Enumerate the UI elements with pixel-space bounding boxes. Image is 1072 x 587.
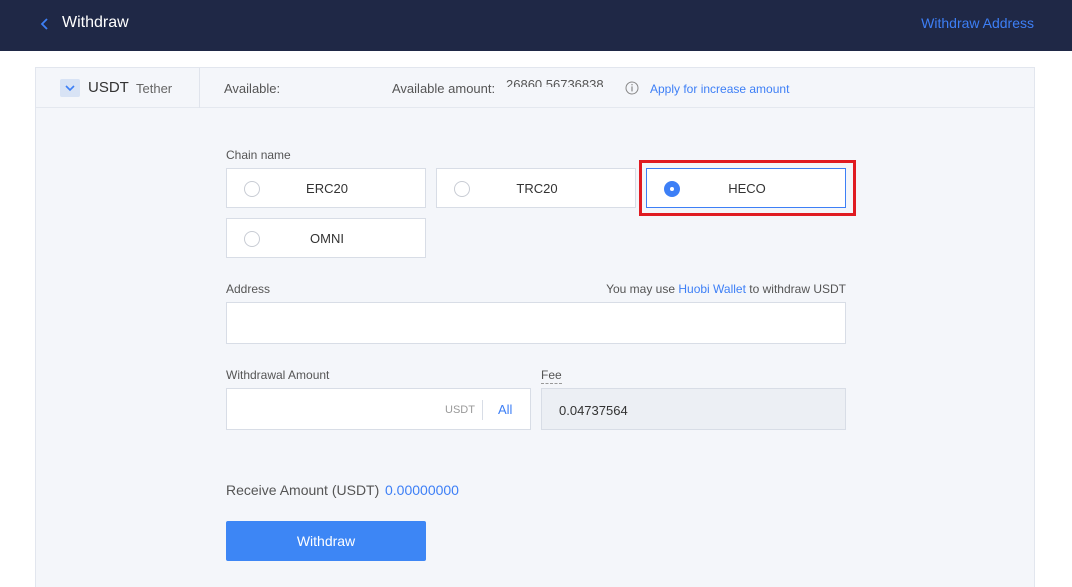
chain-option-label: HECO	[728, 181, 766, 196]
chain-option-trc20[interactable]: TRC20	[436, 168, 636, 208]
receive-amount-label: Receive Amount (USDT)	[226, 482, 380, 498]
chevron-left-icon[interactable]	[38, 14, 52, 34]
coin-code: USDT	[88, 79, 129, 96]
withdraw-panel: USDT Tether Available: Available amount:…	[35, 67, 1035, 587]
address-label: Address	[226, 282, 271, 296]
available-label: Available:	[224, 81, 281, 96]
withdraw-address-link[interactable]: Withdraw Address	[921, 15, 1034, 31]
available-amount-value: 26860.56736838	[506, 77, 604, 87]
chain-option-erc20[interactable]: ERC20	[226, 168, 426, 208]
fee-field: 0.04737564	[541, 388, 846, 430]
chain-option-label: TRC20	[516, 181, 558, 196]
chain-option-label: ERC20	[306, 181, 348, 196]
chevron-down-icon[interactable]	[60, 79, 80, 97]
coin-selector[interactable]: USDT Tether	[36, 68, 200, 108]
hint-suffix: to withdraw USDT	[749, 282, 846, 296]
chain-name-label: Chain name	[226, 148, 291, 162]
receive-amount-value: 0.00000000	[385, 482, 459, 498]
address-input[interactable]	[226, 302, 846, 344]
page-title: Withdraw	[62, 14, 129, 31]
unit-label: USDT	[445, 404, 475, 416]
withdraw-button[interactable]: Withdraw	[226, 521, 426, 561]
info-icon[interactable]	[625, 81, 639, 95]
available-amount-label: Available amount:	[392, 81, 496, 96]
all-button[interactable]: All	[498, 402, 512, 417]
chain-option-heco[interactable]: HECO	[646, 168, 846, 208]
huobi-wallet-link[interactable]: Huobi Wallet	[678, 282, 746, 296]
withdrawal-amount-input[interactable]: USDT All	[226, 388, 531, 430]
chain-option-omni[interactable]: OMNI	[226, 218, 426, 258]
apply-increase-link[interactable]: Apply for increase amount	[650, 82, 789, 96]
fee-label: Fee	[541, 368, 562, 384]
withdrawal-amount-label: Withdrawal Amount	[226, 368, 330, 382]
divider	[482, 400, 483, 420]
fee-value: 0.04737564	[559, 403, 628, 418]
chain-option-label: OMNI	[310, 231, 344, 246]
hint-prefix: You may use	[606, 282, 676, 296]
address-hint: You may use Huobi Wallet to withdraw USD…	[606, 282, 846, 296]
top-bar: Withdraw Withdraw Address	[0, 0, 1072, 51]
coin-header: USDT Tether Available: Available amount:…	[36, 68, 1034, 108]
coin-name: Tether	[136, 81, 173, 96]
